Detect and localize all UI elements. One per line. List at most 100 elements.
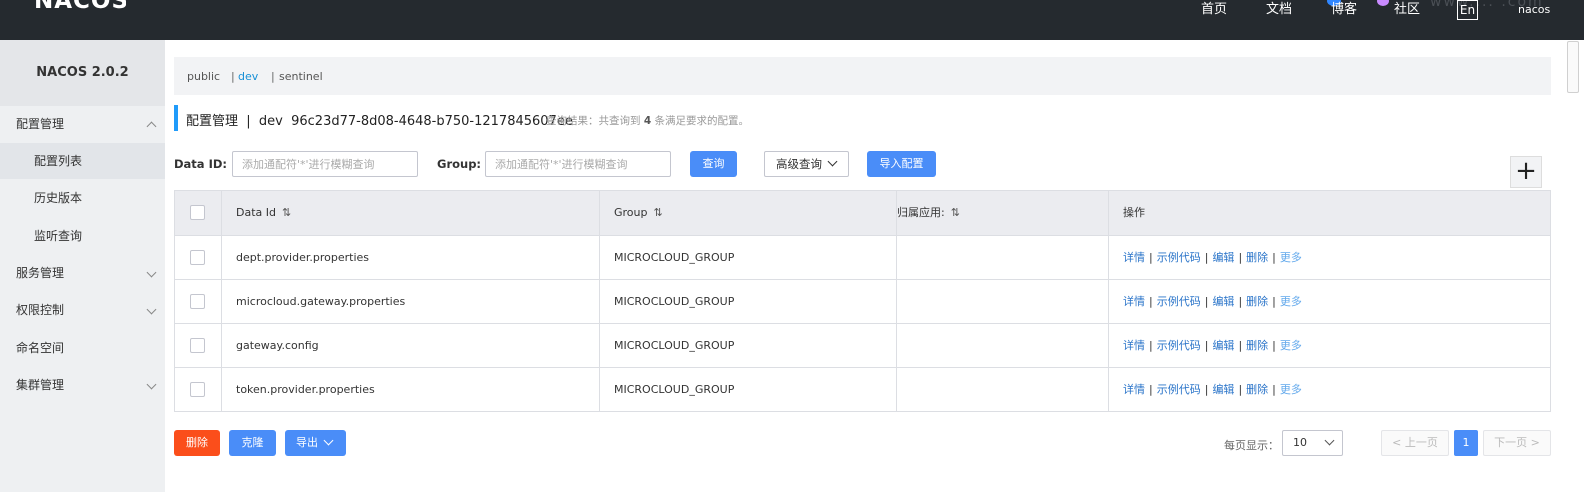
action-separator: |: [1272, 339, 1276, 352]
row-group: MICROCLOUD_GROUP: [614, 339, 735, 352]
row-checkbox[interactable]: [190, 338, 205, 353]
edit-link[interactable]: 编辑: [1212, 383, 1234, 396]
add-config-button[interactable]: +: [1510, 156, 1542, 188]
nav-docs-link[interactable]: 文档: [1266, 0, 1292, 20]
sidebar-item-access-control[interactable]: 权限控制: [0, 292, 165, 328]
sidebar-item-label: 监听查询: [34, 229, 83, 243]
table-row: dept.provider.properties MICROCLOUD_GROU…: [175, 235, 1550, 279]
action-separator: |: [1149, 339, 1153, 352]
batch-delete-button[interactable]: 删除: [174, 430, 220, 456]
plus-icon: +: [1515, 156, 1537, 186]
more-link[interactable]: 更多: [1280, 251, 1302, 264]
row-checkbox[interactable]: [190, 250, 205, 265]
sidebar-item-namespace[interactable]: 命名空间: [0, 330, 165, 366]
sidebar-item-label: 服务管理: [16, 266, 65, 280]
sort-icon[interactable]: ⇅: [951, 191, 960, 235]
more-link[interactable]: 更多: [1280, 383, 1302, 396]
row-group: MICROCLOUD_GROUP: [614, 251, 735, 264]
namespace-dev[interactable]: dev: [238, 57, 258, 97]
prev-page-button[interactable]: < 上一页: [1381, 430, 1449, 456]
delete-link[interactable]: 删除: [1246, 339, 1268, 352]
delete-link[interactable]: 删除: [1246, 383, 1268, 396]
advanced-search-label: 高级查询: [776, 157, 822, 171]
next-page-button[interactable]: 下一页 >: [1483, 430, 1551, 456]
user-name[interactable]: nacos: [1518, 3, 1550, 16]
row-actions: 详情 | 示例代码 | 编辑 | 删除 | 更多: [1123, 368, 1302, 412]
more-link[interactable]: 更多: [1280, 295, 1302, 308]
namespace-public[interactable]: public: [187, 57, 220, 97]
group-input[interactable]: [485, 151, 671, 177]
action-separator: |: [1272, 295, 1276, 308]
detail-link[interactable]: 详情: [1123, 251, 1145, 264]
row-checkbox[interactable]: [190, 294, 205, 309]
row-data-id: microcloud.gateway.properties: [236, 295, 406, 308]
nacos-logo[interactable]: NACOS.: [34, 0, 126, 18]
column-divider: [896, 191, 897, 411]
action-separator: |: [1149, 251, 1153, 264]
sample-code-link[interactable]: 示例代码: [1157, 251, 1201, 264]
sample-code-link[interactable]: 示例代码: [1157, 295, 1201, 308]
action-separator: |: [1204, 295, 1209, 308]
delete-link[interactable]: 删除: [1246, 295, 1268, 308]
sample-code-link[interactable]: 示例代码: [1157, 339, 1201, 352]
namespace-sentinel[interactable]: sentinel: [279, 57, 323, 97]
sidebar-item-listener-query[interactable]: 监听查询: [0, 218, 165, 254]
language-toggle-button[interactable]: En: [1457, 0, 1478, 20]
action-separator: |: [1204, 383, 1209, 396]
select-all-checkbox[interactable]: [190, 205, 205, 220]
action-separator: |: [1238, 383, 1243, 396]
row-group: MICROCLOUD_GROUP: [614, 295, 735, 308]
detail-link[interactable]: 详情: [1123, 295, 1145, 308]
sort-icon[interactable]: ⇅: [282, 191, 291, 235]
advanced-search-dropdown[interactable]: 高级查询: [764, 151, 849, 177]
edit-link[interactable]: 编辑: [1212, 339, 1234, 352]
column-divider: [221, 191, 222, 411]
search-button[interactable]: 查询: [690, 151, 737, 177]
data-id-label: Data ID:: [174, 157, 227, 171]
sort-icon[interactable]: ⇅: [654, 191, 663, 235]
sidebar-item-cluster-management[interactable]: 集群管理: [0, 367, 165, 403]
nav-blog-link[interactable]: 博客: [1331, 0, 1357, 20]
row-actions: 详情 | 示例代码 | 编辑 | 删除 | 更多: [1123, 236, 1302, 280]
row-data-id: gateway.config: [236, 339, 319, 352]
header-group[interactable]: Group ⇅: [614, 191, 663, 235]
nav-home-link[interactable]: 首页: [1201, 0, 1227, 20]
import-config-button[interactable]: 导入配置: [867, 151, 936, 177]
export-dropdown[interactable]: 导出: [285, 430, 346, 456]
header-data-id[interactable]: Data Id ⇅: [236, 191, 291, 235]
sidebar-item-config-list[interactable]: 配置列表: [0, 143, 165, 179]
detail-link[interactable]: 详情: [1123, 383, 1145, 396]
query-result-prefix: 查询结果：共查询到: [546, 115, 644, 127]
clone-button[interactable]: 克隆: [229, 430, 276, 456]
delete-link[interactable]: 删除: [1246, 251, 1268, 264]
scrollbar-track[interactable]: [1566, 40, 1584, 492]
nav-community-link[interactable]: 社区: [1394, 0, 1420, 20]
edit-link[interactable]: 编辑: [1212, 251, 1234, 264]
sidebar-item-history[interactable]: 历史版本: [0, 180, 165, 216]
header-app[interactable]: 归属应用: ⇅: [897, 191, 960, 235]
title-accent-bar: [174, 105, 178, 131]
header-app-label: 归属应用:: [897, 206, 945, 219]
detail-link[interactable]: 详情: [1123, 339, 1145, 352]
column-divider: [1108, 191, 1109, 411]
sidebar-item-service-management[interactable]: 服务管理: [0, 255, 165, 291]
sidebar-item-config-management[interactable]: 配置管理: [0, 106, 165, 142]
sidebar-item-label: 配置列表: [34, 154, 83, 168]
chevron-down-icon: [146, 267, 157, 278]
action-separator: |: [1238, 339, 1243, 352]
header-group-label: Group: [614, 206, 648, 219]
page-size-select[interactable]: 10: [1282, 430, 1343, 456]
current-page-button[interactable]: 1: [1454, 430, 1478, 456]
action-separator: |: [1272, 383, 1276, 396]
scrollbar-thumb[interactable]: [1567, 41, 1579, 93]
more-link[interactable]: 更多: [1280, 339, 1302, 352]
page-size-value: 10: [1293, 436, 1307, 449]
decorative-dot: [1377, 0, 1389, 6]
row-data-id: dept.provider.properties: [236, 251, 369, 264]
data-id-input[interactable]: [232, 151, 418, 177]
edit-link[interactable]: 编辑: [1212, 295, 1234, 308]
row-checkbox[interactable]: [190, 382, 205, 397]
namespace-separator: |: [231, 70, 235, 83]
action-separator: |: [1272, 251, 1276, 264]
sample-code-link[interactable]: 示例代码: [1157, 383, 1201, 396]
